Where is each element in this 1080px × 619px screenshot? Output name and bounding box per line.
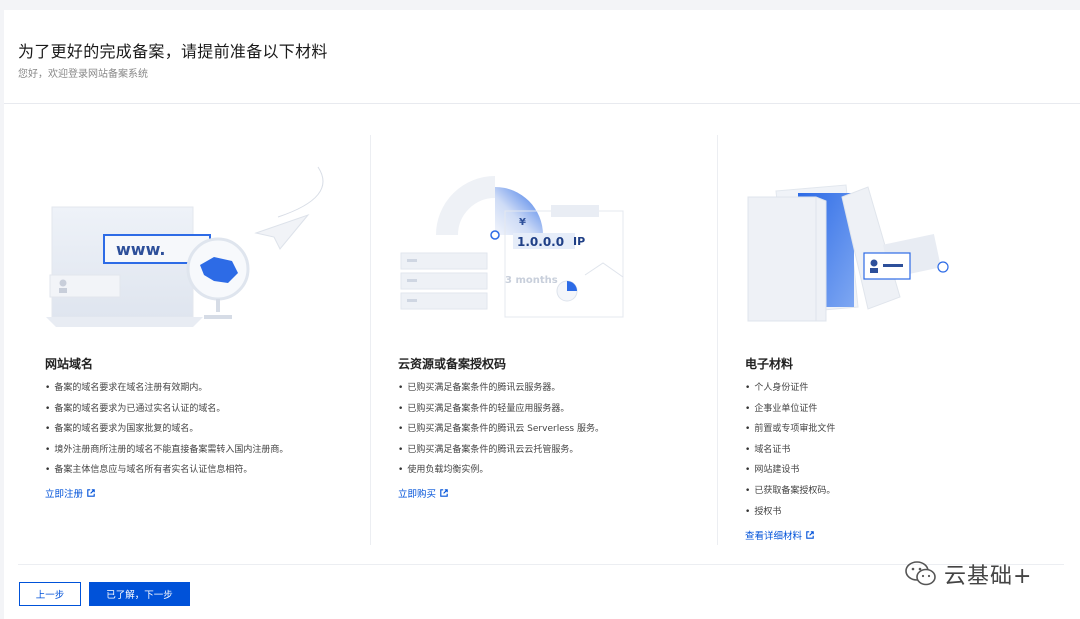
list-item: 备案的域名要求为国家批复的域名。 [45,422,288,443]
column-cloud-resource: ¥ 1.0.0.0 IP 3 months 云资源或备案授权码 已购买满足备案条… [370,135,720,545]
page-subtitle: 您好，欢迎登录网站备案系统 [18,69,148,80]
list-item: 已获取备案授权码。 [745,484,835,505]
duration-text: 3 months [505,275,558,286]
register-now-link[interactable]: 立即注册 [45,486,95,500]
www-text: www. [116,240,165,259]
list-item: 备案的域名要求在域名注册有效期内。 [45,381,288,402]
view-materials-link[interactable]: 查看详细材料 [745,528,814,542]
materials-illustration [747,184,949,322]
ip-suffix-text: IP [573,235,585,248]
column-domain: www. 网站域名 备案的域名要求在域名注册有效期内。 备案的域名要求为已通过实… [18,135,368,545]
link-label: 查看详细材料 [745,531,803,542]
list-item: 已购买满足备案条件的腾讯云云托管服务。 [398,443,604,464]
materials-list: 个人身份证件 企事业单位证件 前置或专项审批文件 域名证书 网站建设书 已获取备… [745,381,835,525]
external-link-icon [440,489,448,497]
column-title: 网站域名 [45,357,94,371]
buy-now-link[interactable]: 立即购买 [398,486,448,500]
list-item: 已购买满足备案条件的腾讯云 Serverless 服务。 [398,422,604,443]
list-item: 已购买满足备案条件的轻量应用服务器。 [398,402,604,423]
list-item: 网站建设书 [745,463,835,484]
page-title: 为了更好的完成备案，请提前准备以下材料 [18,42,328,61]
list-item: 个人身份证件 [745,381,835,402]
column-title: 电子材料 [745,357,794,371]
domain-illustration: www. [46,166,324,327]
list-item: 前置或专项审批文件 [745,422,835,443]
list-item: 备案的域名要求为已通过实名认证的域名。 [45,402,288,423]
next-step-button[interactable]: 已了解，下一步 [89,582,190,606]
list-item: 授权书 [745,505,835,526]
link-label: 立即购买 [398,489,437,500]
external-link-icon [87,489,95,497]
list-item: 已购买满足备案条件的腾讯云服务器。 [398,381,604,402]
column-title: 云资源或备案授权码 [398,357,507,371]
watermark-text: 云基础+ [944,564,1033,589]
list-item: 境外注册商所注册的域名不能直接备案需转入国内注册商。 [45,443,288,464]
requirements-columns: www. 网站域名 备案的域名要求在域名注册有效期内。 备案的域名要求为已通过实… [4,135,1080,545]
page: 为了更好的完成备案，请提前准备以下材料 您好，欢迎登录网站备案系统 www. 网… [4,10,1080,619]
column-materials: 电子材料 个人身份证件 企事业单位证件 前置或专项审批文件 域名证书 网站建设书… [717,135,1067,545]
external-link-icon [806,531,814,539]
list-item: 备案主体信息应与域名所有者实名认证信息相符。 [45,463,288,484]
cloud-resource-requirements-list: 已购买满足备案条件的腾讯云服务器。 已购买满足备案条件的轻量应用服务器。 已购买… [398,381,604,484]
link-label: 立即注册 [45,489,84,500]
list-item: 使用负载均衡实例。 [398,463,604,484]
currency-text: ¥ [519,217,526,228]
ip-text: 1.0.0.0 [517,235,564,249]
cloud-resource-illustration: ¥ 1.0.0.0 IP 3 months [400,176,624,318]
previous-step-button[interactable]: 上一步 [19,582,81,606]
watermark: 云基础+ [904,558,1032,590]
header: 为了更好的完成备案，请提前准备以下材料 您好，欢迎登录网站备案系统 [4,10,1080,104]
wechat-icon [905,561,936,586]
domain-requirements-list: 备案的域名要求在域名注册有效期内。 备案的域名要求为已通过实名认证的域名。 备案… [45,381,288,484]
list-item: 企事业单位证件 [745,402,835,423]
list-item: 域名证书 [745,443,835,464]
